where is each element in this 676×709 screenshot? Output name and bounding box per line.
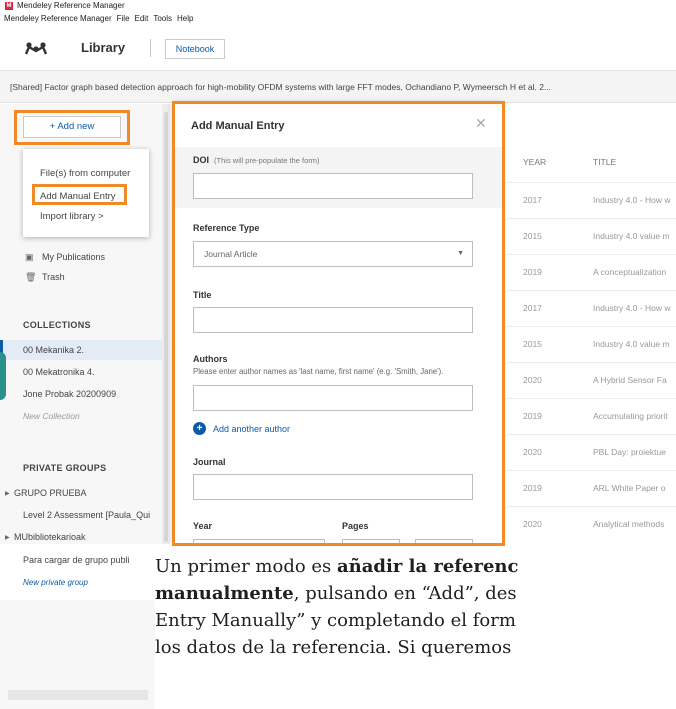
collections-heading: COLLECTIONS xyxy=(23,320,91,330)
new-private-group-link[interactable]: New private group xyxy=(23,578,88,587)
table-row[interactable]: 2017 Industry 4.0 - How w xyxy=(507,182,676,218)
app-logo-icon: M xyxy=(5,2,13,10)
sidebar-item-my-publications[interactable]: My Publications xyxy=(42,252,105,262)
sidebar-item-trash[interactable]: Trash xyxy=(42,272,65,282)
highlight-add-manual-entry xyxy=(32,184,127,205)
caption-line-3: Entry Manually” y completando el form xyxy=(155,610,516,631)
trash-icon: 🗑 xyxy=(25,272,37,282)
caption-line-2: manualmente, pulsando en “Add”, des xyxy=(155,583,517,604)
table-row[interactable]: 2017 Industry 4.0 - How w xyxy=(507,290,676,326)
table-row[interactable]: 2015 Industry 4.0 value m xyxy=(507,326,676,362)
publications-icon: ▣ xyxy=(25,252,34,262)
shared-document-title: [Shared] Factor graph based detection ap… xyxy=(10,82,552,92)
notebook-button[interactable]: Notebook xyxy=(165,39,225,59)
group-item[interactable]: Level 2 Assessment [Paula_Qui xyxy=(23,510,150,520)
collection-item[interactable]: Jone Probak 20200909 xyxy=(23,389,116,399)
menu-file[interactable]: File xyxy=(117,12,130,25)
menu-edit[interactable]: Edit xyxy=(135,12,149,25)
table-row[interactable]: 2019 ARL White Paper o xyxy=(507,470,676,506)
mendeley-logo-icon[interactable] xyxy=(24,39,48,57)
menu-help[interactable]: Help xyxy=(177,12,193,25)
group-item[interactable]: MUbibliotekarioak xyxy=(14,532,86,542)
group-item[interactable]: GRUPO PRUEBA xyxy=(14,488,87,498)
highlight-add-new xyxy=(14,110,130,145)
expand-caret-icon[interactable]: ▶ xyxy=(5,490,10,497)
group-item[interactable]: Para cargar de grupo publi xyxy=(23,555,130,565)
sidebar-scroll-thumb[interactable] xyxy=(164,112,168,542)
window-title: Mendeley Reference Manager xyxy=(17,1,125,10)
library-title[interactable]: Library xyxy=(81,40,125,55)
menu-tools[interactable]: Tools xyxy=(153,12,172,25)
collection-item[interactable]: 00 Mekanika 2. xyxy=(23,345,84,355)
menu-item-import-library[interactable]: Import library > xyxy=(40,211,104,222)
table-row[interactable]: 2020 PBL Day: proiektue xyxy=(507,434,676,470)
collection-item[interactable]: 00 Mekatronika 4. xyxy=(23,367,95,377)
column-year[interactable]: YEAR xyxy=(523,157,546,167)
table-row[interactable]: 2019 A conceptualization xyxy=(507,254,676,290)
table-row[interactable]: 2019 Accumulating priorit xyxy=(507,398,676,434)
highlight-dialog xyxy=(172,101,505,546)
window-titlebar: M Mendeley Reference Manager xyxy=(0,0,676,12)
table-header: YEAR TITLE xyxy=(507,150,676,174)
app-header: Library Notebook xyxy=(0,25,676,71)
private-groups-heading: PRIVATE GROUPS xyxy=(23,463,107,473)
new-collection-link[interactable]: New Collection xyxy=(23,411,80,421)
menu-item-files-from-computer[interactable]: File(s) from computer xyxy=(40,168,130,179)
shared-document-tab[interactable]: [Shared] Factor graph based detection ap… xyxy=(0,71,676,103)
table-row[interactable]: 2015 Industry 4.0 value m xyxy=(507,218,676,254)
menubar: Mendeley Reference Manager File Edit Too… xyxy=(0,12,676,25)
menu-app[interactable]: Mendeley Reference Manager xyxy=(4,12,112,25)
caption-line-1: Un primer modo es añadir la referenc xyxy=(155,556,519,577)
side-decoration xyxy=(0,352,6,400)
sidebar-bottom-scrollbar[interactable] xyxy=(8,690,148,700)
table-row[interactable]: 2020 A Hybrid Sensor Fa xyxy=(507,362,676,398)
expand-caret-icon[interactable]: ▶ xyxy=(5,534,10,541)
column-title[interactable]: TITLE xyxy=(593,157,616,167)
table-row[interactable]: 2020 Analytical methods xyxy=(507,506,676,542)
caption-line-4: los datos de la referencia. Si queremos xyxy=(155,637,512,658)
header-divider xyxy=(150,39,151,57)
caption-text: Un primer modo es añadir la referenc man… xyxy=(155,547,676,709)
